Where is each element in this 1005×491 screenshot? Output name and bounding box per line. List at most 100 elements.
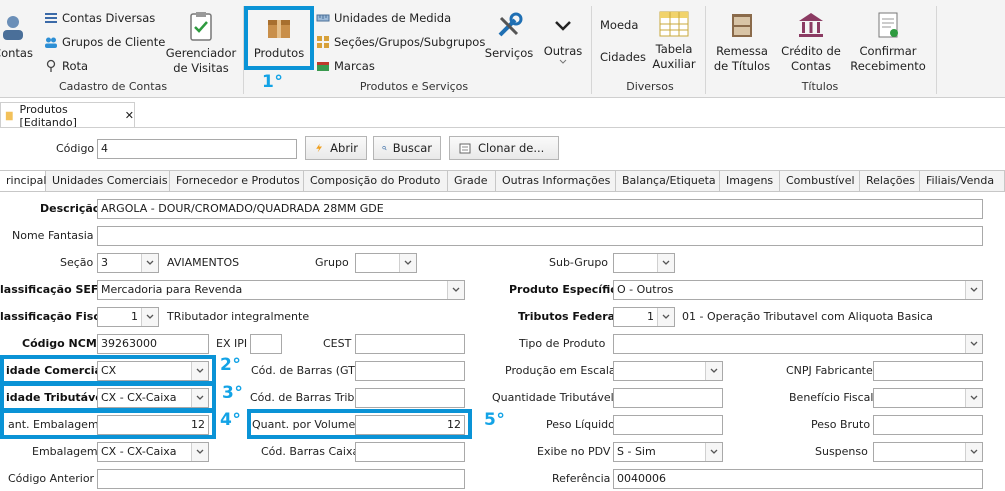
classificacao-fiscal-description: TRibutador integralmente — [167, 310, 310, 323]
dropdown-caret-icon — [559, 59, 567, 64]
chevron-down-icon — [141, 254, 158, 272]
archive-icon — [732, 14, 752, 37]
tab-grade[interactable]: Grade — [448, 170, 496, 192]
divider — [0, 127, 1005, 128]
nome-fantasia-label: Nome Fantasia — [12, 229, 94, 242]
tributos-federais-select[interactable]: 1 — [613, 307, 675, 327]
tab-outras-informacoes[interactable]: Outras Informações — [496, 170, 616, 192]
tab-principal[interactable]: rincipal — [0, 170, 46, 192]
tab-composicao-produto[interactable]: Composição do Produto — [304, 170, 448, 192]
remessa-titulos-button[interactable]: Remessa de Títulos — [712, 10, 772, 74]
peso-liquido-input[interactable] — [613, 415, 723, 435]
chevron-down-icon — [657, 254, 674, 272]
descricao-input[interactable]: ARGOLA - DOUR/CROMADO/QUADRADA 28MM GDE — [97, 199, 983, 219]
tipo-produto-select[interactable] — [613, 334, 983, 354]
highlight-box-quant-volume — [247, 409, 472, 439]
tab-unidades-comerciais[interactable]: Unidades Comerciais — [46, 170, 170, 192]
tab-fornecedor-produtos[interactable]: Fornecedor e Produtos — [170, 170, 304, 192]
subgrupo-select[interactable] — [613, 253, 675, 273]
rota-button[interactable]: Rota — [44, 56, 88, 76]
sections-icon — [317, 36, 329, 48]
codigo-anterior-input[interactable] — [97, 469, 465, 489]
classificacao-fiscal-select[interactable]: 1 — [97, 307, 159, 327]
search-icon — [382, 146, 387, 151]
group-title-cadastro: Cadastro de Contas — [58, 80, 168, 93]
descricao-label: Descrição — [40, 202, 101, 215]
contas-button[interactable]: Contas — [0, 12, 36, 61]
classificacao-fiscal-label: lassificação Fiscal — [0, 310, 112, 323]
cest-input[interactable] — [355, 334, 465, 354]
table-icon — [659, 11, 689, 37]
tributos-federais-label: Tributos Federais — [518, 310, 626, 323]
tabela-auxiliar-button[interactable]: Tabela Auxiliar — [648, 10, 700, 72]
step-1-annotation: 1° — [262, 72, 284, 92]
cidades-button[interactable]: Cidades — [600, 50, 646, 64]
ribbon-separator — [591, 6, 592, 94]
unidades-medida-button[interactable]: Unidades de Medida — [316, 8, 451, 28]
cod-barras-gtin-label: Cód. de Barras (GTIN) — [251, 364, 371, 377]
clonar-button[interactable]: Clonar de... — [449, 136, 559, 160]
embalagem-select[interactable]: CX - CX-Caixa — [97, 442, 209, 462]
ruler-icon — [316, 14, 330, 22]
contas-icon — [3, 16, 23, 40]
cod-barras-trib-input[interactable] — [355, 388, 465, 408]
beneficio-fiscal-label: Benefício Fiscal — [789, 391, 874, 404]
close-icon[interactable]: ✕ — [125, 109, 134, 122]
chevron-down-icon — [965, 335, 982, 353]
cod-barras-caixa-input[interactable] — [355, 442, 465, 462]
servicos-button[interactable]: Serviços — [482, 10, 536, 61]
tab-balanca-etiqueta[interactable]: Balança/Etiqueta — [616, 170, 720, 192]
tab-imagens[interactable]: Imagens — [720, 170, 780, 192]
peso-liquido-label: Peso Líquido — [546, 418, 615, 431]
quantidade-tributavel-input[interactable] — [613, 388, 723, 408]
cnpj-fabricante-input[interactable] — [873, 361, 983, 381]
grupo-select[interactable] — [355, 253, 417, 273]
codigo-input[interactable]: 4 — [97, 139, 297, 159]
gerenciador-visitas-button[interactable]: Gerenciador de Visitas — [162, 10, 240, 76]
step-2-annotation: 2° — [220, 355, 242, 375]
abrir-button[interactable]: Abrir — [305, 136, 367, 160]
suspenso-select[interactable] — [873, 442, 983, 462]
tools-icon — [498, 12, 523, 37]
buscar-button[interactable]: Buscar — [373, 136, 441, 160]
nome-fantasia-input[interactable] — [97, 226, 983, 246]
moeda-button[interactable]: Moeda — [600, 18, 638, 32]
chevron-down-icon — [555, 21, 571, 31]
peso-bruto-label: Peso Bruto — [811, 418, 871, 431]
chevron-down-icon — [965, 389, 982, 407]
contas-diversas-button[interactable]: Contas Diversas — [44, 8, 155, 28]
ncm-input[interactable]: 39263000 — [97, 334, 209, 354]
tab-combustivel[interactable]: Combustível — [780, 170, 860, 192]
tab-filiais-venda[interactable]: Filiais/Venda — [920, 170, 1005, 192]
outras-dropdown[interactable]: Outras — [540, 14, 586, 69]
credito-contas-button[interactable]: Crédito de Contas — [778, 10, 844, 74]
secao-select[interactable]: 3 — [97, 253, 159, 273]
produto-especifico-label: Produto Específico — [509, 283, 625, 296]
chevron-down-icon — [447, 281, 464, 299]
ex-ipi-input[interactable] — [250, 334, 282, 354]
exibe-pdv-select[interactable]: S - Sim — [613, 442, 723, 462]
cod-barras-gtin-input[interactable] — [355, 361, 465, 381]
marcas-button[interactable]: Marcas — [316, 56, 375, 76]
peso-bruto-input[interactable] — [873, 415, 983, 435]
produto-especifico-select[interactable]: O - Outros — [613, 280, 983, 300]
beneficio-fiscal-select[interactable] — [873, 388, 983, 408]
secoes-grupos-button[interactable]: Seções/Grupos/Subgrupos — [316, 32, 485, 52]
grupos-cliente-button[interactable]: Grupos de Cliente — [44, 32, 165, 52]
tipo-produto-label: Tipo de Produto — [519, 337, 606, 350]
referencia-label: Referência — [552, 472, 611, 485]
classificacao-sefaz-select[interactable]: Mercadoria para Revenda — [97, 280, 465, 300]
suspenso-label: Suspenso — [815, 445, 868, 458]
cod-barras-trib-label: Cód. de Barras Trib. — [250, 391, 358, 404]
referencia-input[interactable]: 0040006 — [613, 469, 983, 489]
chevron-down-icon — [705, 443, 722, 461]
chevron-down-icon — [141, 308, 158, 326]
confirmar-recebimento-button[interactable]: Confirmar Recebimento — [850, 10, 926, 74]
producao-escala-select[interactable] — [613, 361, 723, 381]
chevron-down-icon — [965, 281, 982, 299]
codigo-anterior-label: Código Anterior — [8, 472, 95, 485]
tab-relacoes[interactable]: Relações — [860, 170, 920, 192]
step-5-annotation: 5° — [484, 410, 506, 430]
document-tab-produtos[interactable]: Produtos [Editando] ✕ — [0, 102, 135, 129]
clone-icon — [459, 143, 471, 154]
